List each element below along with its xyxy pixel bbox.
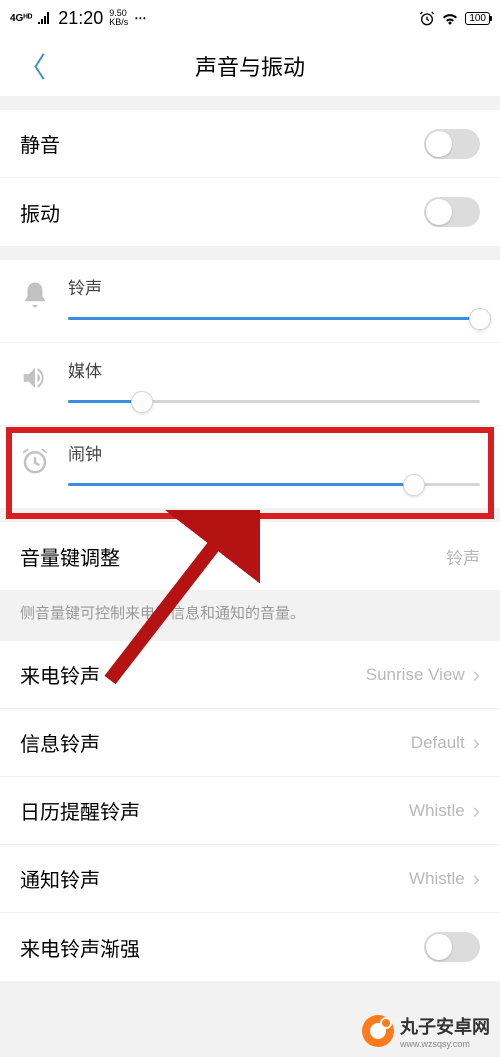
media-slider-label: 媒体	[68, 357, 480, 382]
mute-toggle[interactable]	[424, 129, 480, 159]
watermark-text: 丸子安卓网	[400, 1013, 490, 1039]
bell-icon	[20, 280, 50, 310]
volume-key-value: 铃声	[446, 544, 480, 569]
notification-ringtone-label: 通知铃声	[20, 864, 100, 893]
network-indicator: 4Gᴴᴰ	[10, 13, 32, 24]
wifi-icon	[441, 11, 459, 25]
message-ringtone-row[interactable]: 信息铃声 Default ›	[0, 709, 500, 777]
incoming-ringtone-value: Sunrise View	[366, 665, 465, 685]
more-icon: ⋯	[134, 11, 148, 25]
chevron-right-icon: ›	[473, 730, 480, 756]
clock-icon	[20, 446, 50, 476]
vibrate-toggle[interactable]	[424, 197, 480, 227]
ringtone-slider-label: 铃声	[68, 274, 480, 299]
message-ringtone-label: 信息铃声	[20, 728, 100, 757]
chevron-right-icon: ›	[473, 866, 480, 892]
alarm-icon	[419, 10, 435, 26]
notification-ringtone-row[interactable]: 通知铃声 Whistle ›	[0, 845, 500, 913]
title-bar: 〈 声音与振动	[0, 36, 500, 96]
slider-section: 铃声 媒体 闹钟	[0, 260, 500, 508]
calendar-ringtone-row[interactable]: 日历提醒铃声 Whistle ›	[0, 777, 500, 845]
vibrate-label: 振动	[20, 198, 60, 227]
toggle-section: 静音 振动	[0, 110, 500, 246]
watermark-url: www.wzsqsy.com	[400, 1039, 490, 1049]
signal-icon	[38, 12, 52, 24]
chevron-right-icon: ›	[473, 798, 480, 824]
calendar-ringtone-value: Whistle	[409, 801, 465, 821]
ringtone-section: 来电铃声 Sunrise View › 信息铃声 Default › 日历提醒铃…	[0, 641, 500, 981]
incoming-ringtone-row[interactable]: 来电铃声 Sunrise View ›	[0, 641, 500, 709]
calendar-ringtone-label: 日历提醒铃声	[20, 796, 140, 825]
watermark-icon	[362, 1015, 394, 1047]
crescendo-label: 来电铃声渐强	[20, 933, 140, 962]
chevron-right-icon: ›	[473, 662, 480, 688]
incoming-ringtone-label: 来电铃声	[20, 660, 100, 689]
ringtone-slider-row: 铃声	[0, 260, 500, 343]
page-title: 声音与振动	[0, 50, 500, 82]
volume-key-row[interactable]: 音量键调整 铃声	[0, 522, 500, 590]
crescendo-row[interactable]: 来电铃声渐强	[0, 913, 500, 981]
message-ringtone-value: Default	[411, 733, 465, 753]
volume-key-label: 音量键调整	[20, 542, 120, 571]
data-speed: 9.50 KB/s	[109, 9, 128, 27]
alarm-slider-label: 闹钟	[68, 440, 480, 465]
clock-text: 21:20	[58, 8, 103, 29]
battery-indicator: 100	[465, 12, 490, 25]
back-button[interactable]: 〈	[18, 46, 46, 86]
volume-key-help: 侧音量键可控制来电、信息和通知的音量。	[0, 590, 500, 641]
mute-row[interactable]: 静音	[0, 110, 500, 178]
speaker-icon	[20, 363, 50, 393]
media-slider[interactable]	[68, 400, 480, 403]
status-bar: 4Gᴴᴰ 21:20 9.50 KB/s ⋯ 100	[0, 0, 500, 36]
vibrate-row[interactable]: 振动	[0, 178, 500, 246]
ringtone-slider[interactable]	[68, 317, 480, 320]
alarm-slider[interactable]	[68, 483, 480, 486]
alarm-slider-row: 闹钟	[0, 426, 500, 508]
watermark: 丸子安卓网 www.wzsqsy.com	[362, 1013, 490, 1049]
media-slider-row: 媒体	[0, 343, 500, 426]
crescendo-toggle[interactable]	[424, 932, 480, 962]
mute-label: 静音	[20, 129, 60, 158]
notification-ringtone-value: Whistle	[409, 869, 465, 889]
